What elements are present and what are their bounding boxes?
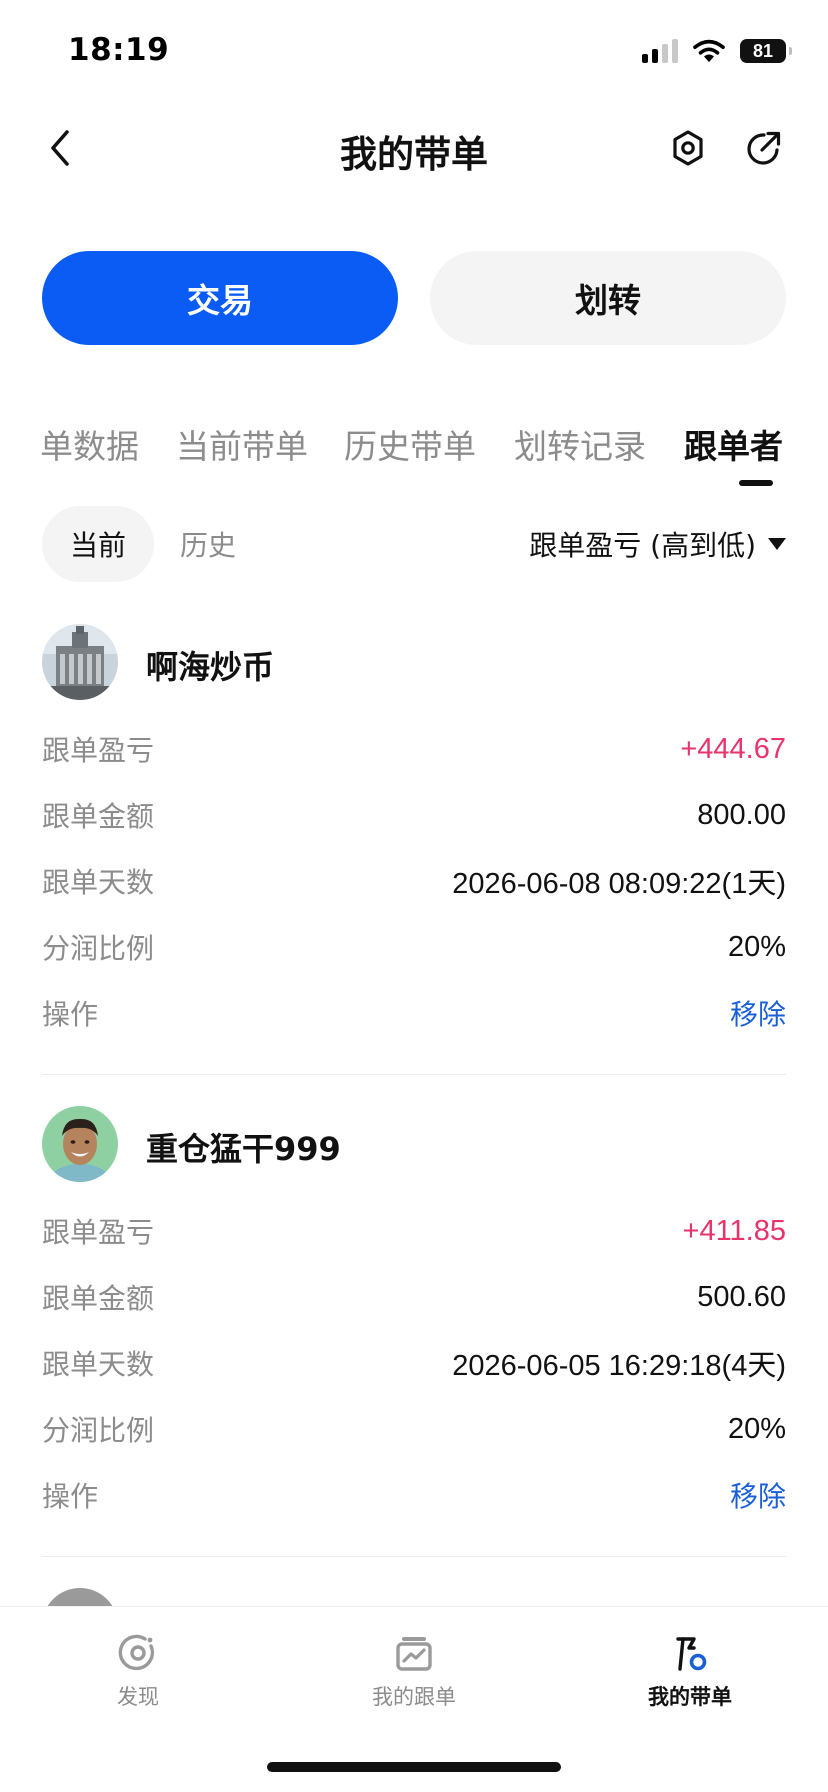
gear-icon [673, 130, 703, 166]
label-days: 跟单天数 [42, 1348, 155, 1381]
settings-button[interactable] [666, 126, 710, 170]
home-indicator [267, 1762, 561, 1772]
nav-my-lead[interactable]: 我的带单 [600, 1633, 780, 1711]
row-action: 操作 移除 [42, 980, 786, 1046]
nav-label: 我的跟单 [372, 1685, 456, 1709]
follower-header: 重仓猛干999 [42, 1106, 786, 1182]
share-icon [747, 131, 781, 165]
tab-indicator [739, 480, 773, 486]
status-bar: 18:19 81 [0, 0, 828, 104]
follower-header: 啊海炒币 [42, 624, 786, 700]
label-pnl: 跟单盈亏 [42, 734, 155, 767]
tab-current-orders[interactable]: 当前带单 [176, 420, 308, 468]
nav-label: 我的带单 [648, 1685, 732, 1709]
value-share-ratio: 20% [727, 1412, 786, 1445]
share-button[interactable] [742, 126, 786, 170]
label-action: 操作 [42, 998, 99, 1031]
signal-icon [642, 39, 678, 63]
caret-down-icon [768, 538, 786, 550]
follower-card: 重仓猛干999 跟单盈亏 +411.85 跟单金额 500.60 跟单天数 20… [42, 1106, 786, 1528]
label-days: 跟单天数 [42, 866, 155, 899]
value-pnl: +444.67 [680, 732, 786, 765]
battery-icon: 81 [740, 39, 792, 63]
filter-history[interactable]: 历史 [152, 506, 264, 582]
sort-label: 跟单盈亏 (高到低) [529, 529, 756, 562]
tab-transfer-records[interactable]: 划转记录 [514, 420, 646, 468]
label-share-ratio: 分润比例 [42, 1414, 155, 1447]
divider [42, 1074, 786, 1075]
filter-current[interactable]: 当前 [42, 506, 155, 582]
status-icons: 81 [642, 38, 792, 64]
row-pnl: 跟单盈亏 +411.85 [42, 1198, 786, 1264]
row-share-ratio: 分润比例 20% [42, 1396, 786, 1462]
wifi-icon [693, 39, 725, 62]
chart-card-icon [396, 1637, 432, 1671]
row-amount: 跟单金额 500.60 [42, 1264, 786, 1330]
info-list: 跟单盈亏 +411.85 跟单金额 500.60 跟单天数 2026-06-05… [42, 1198, 786, 1528]
info-list: 跟单盈亏 +444.67 跟单金额 800.00 跟单天数 2026-06-08… [42, 716, 786, 1046]
battery-level: 81 [752, 40, 774, 61]
avatar[interactable] [42, 624, 118, 700]
flag-badge-icon [676, 1637, 707, 1671]
value-days: 2026-06-05 16:29:18(4天) [452, 1350, 786, 1382]
label-amount: 跟单金额 [42, 1282, 155, 1315]
tab-order-data[interactable]: 单数据 [40, 420, 139, 468]
nav-my-follow[interactable]: 我的跟单 [324, 1633, 504, 1711]
label-action: 操作 [42, 1480, 99, 1513]
nav-discover[interactable]: 发现 [48, 1633, 228, 1711]
follower-name: 重仓猛干999 [146, 1130, 341, 1168]
trade-button[interactable]: 交易 [42, 251, 398, 345]
nav-label: 发现 [117, 1685, 159, 1709]
sort-dropdown[interactable]: 跟单盈亏 (高到低) [529, 506, 786, 582]
row-days: 跟单天数 2026-06-05 16:29:18(4天) [42, 1330, 786, 1396]
divider [42, 1556, 786, 1557]
label-pnl: 跟单盈亏 [42, 1216, 155, 1249]
row-share-ratio: 分润比例 20% [42, 914, 786, 980]
follower-name: 啊海炒币 [146, 648, 275, 686]
value-amount: 800.00 [697, 798, 786, 831]
transfer-button[interactable]: 划转 [430, 251, 786, 345]
header: 我的带单 [0, 104, 828, 192]
value-share-ratio: 20% [727, 930, 786, 963]
remove-button[interactable]: 移除 [730, 993, 786, 1033]
status-time: 18:19 [68, 32, 170, 68]
remove-button[interactable]: 移除 [730, 1475, 786, 1515]
row-action: 操作 移除 [42, 1462, 786, 1528]
tab-bar: 单数据 当前带单 历史带单 划转记录 跟单者 [0, 408, 828, 488]
value-amount: 500.60 [697, 1280, 786, 1313]
discover-icon [118, 1634, 155, 1671]
row-days: 跟单天数 2026-06-08 08:09:22(1天) [42, 848, 786, 914]
label-share-ratio: 分润比例 [42, 932, 155, 965]
value-days: 2026-06-08 08:09:22(1天) [452, 868, 786, 900]
row-pnl: 跟单盈亏 +444.67 [42, 716, 786, 782]
tab-history-orders[interactable]: 历史带单 [344, 420, 476, 468]
label-amount: 跟单金额 [42, 800, 155, 833]
avatar[interactable] [42, 1106, 118, 1182]
tab-followers[interactable]: 跟单者 [684, 420, 783, 468]
row-amount: 跟单金额 800.00 [42, 782, 786, 848]
sub-filter: 当前 历史 跟单盈亏 (高到低) [42, 506, 786, 582]
follower-card: 啊海炒币 跟单盈亏 +444.67 跟单金额 800.00 跟单天数 2026-… [42, 624, 786, 1046]
value-pnl: +411.85 [682, 1214, 786, 1247]
action-row: 交易 划转 [42, 251, 786, 345]
